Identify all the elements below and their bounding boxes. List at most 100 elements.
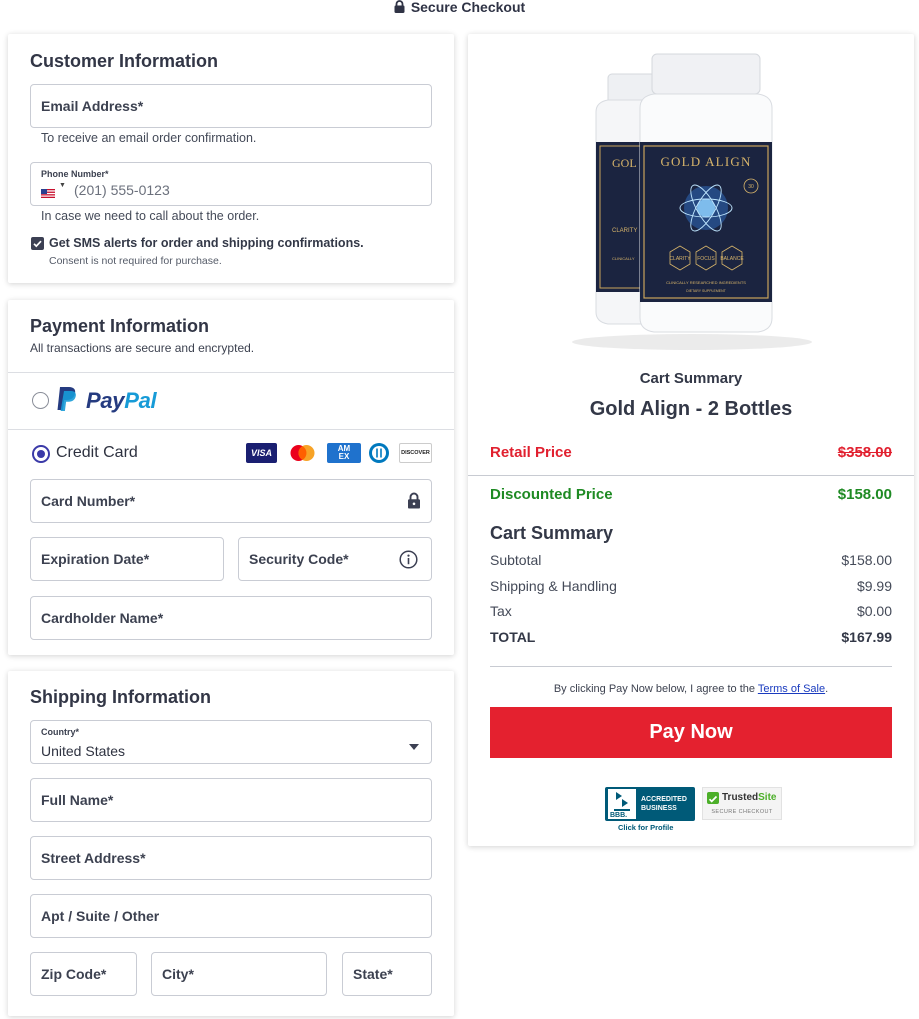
bbb-mark: BBB. xyxy=(610,812,628,819)
pay-now-button[interactable]: Pay Now xyxy=(490,707,892,758)
visa-text: VISA xyxy=(250,448,272,458)
trustedsite-word-site: Site xyxy=(758,792,777,803)
checkmark-icon xyxy=(707,792,719,804)
total-row: TOTAL $167.99 xyxy=(490,629,892,645)
subtotal-value: $158.00 xyxy=(841,552,892,568)
discover-icon: DISCOVER xyxy=(399,443,432,463)
card-logos: VISA AM EX DISCOVER xyxy=(246,443,440,465)
divider xyxy=(8,429,454,430)
bottle-brand: GOLD ALIGN xyxy=(660,154,751,169)
full-name-field[interactable]: Full Name* xyxy=(30,778,432,822)
bottle-back-hex: CLARITY xyxy=(612,228,637,234)
country-select[interactable]: Country* United States xyxy=(30,720,432,764)
trustedsite-subtext: SECURE CHECKOUT xyxy=(711,809,773,815)
bottle-count: 30 xyxy=(748,184,754,190)
us-flag-icon[interactable] xyxy=(41,185,55,198)
country-value: United States xyxy=(41,743,126,759)
bottle-back-brand: GOL xyxy=(612,156,637,170)
terms-prefix: By clicking Pay Now below, I agree to th… xyxy=(553,683,758,695)
mastercard-icon xyxy=(286,443,319,463)
card-number-field[interactable]: Card Number* xyxy=(30,479,432,523)
product-name: Gold Align - 2 Bottles xyxy=(589,398,793,420)
payment-information-title: Payment Information xyxy=(30,316,210,336)
amex-icon: AM EX xyxy=(327,443,361,463)
cardholder-name-label: Cardholder Name* xyxy=(41,610,164,626)
bbb-badge[interactable]: BBB. ACCREDITED BUSINESS Click for Profi… xyxy=(605,787,695,833)
info-icon[interactable] xyxy=(399,550,418,574)
sms-checkbox[interactable] xyxy=(31,237,44,250)
shipping-value: $9.99 xyxy=(856,578,892,594)
trustedsite-badge[interactable]: TrustedSite SECURE CHECKOUT xyxy=(702,787,782,820)
payment-subtitle: All transactions are secure and encrypte… xyxy=(30,341,255,355)
security-code-label: Security Code* xyxy=(249,551,349,567)
credit-card-label[interactable]: Credit Card xyxy=(56,444,138,462)
street-address-label: Street Address* xyxy=(41,850,146,866)
bottle-hex-label: CLARITY xyxy=(669,256,691,262)
subtotal-label: Subtotal xyxy=(490,552,542,568)
terms-suffix: . xyxy=(825,683,829,695)
expiration-date-field[interactable]: Expiration Date* xyxy=(30,537,224,581)
pay-now-label: Pay Now xyxy=(649,721,733,743)
discounted-price-value: $158.00 xyxy=(837,486,892,503)
shipping-label: Shipping & Handling xyxy=(490,578,617,594)
trustedsite-wordmark: TrustedSite xyxy=(722,792,776,803)
phone-label: Phone Number* xyxy=(41,169,109,179)
cardholder-name-field[interactable]: Cardholder Name* xyxy=(30,596,432,640)
phone-input[interactable]: (201) 555-0123 xyxy=(74,182,170,198)
paypal-wordmark: PayPal xyxy=(86,388,157,414)
discounted-price-label: Discounted Price xyxy=(490,486,613,503)
cart-summary-title: Cart Summary xyxy=(490,523,614,543)
state-field[interactable]: State* xyxy=(342,952,432,996)
zip-code-label: Zip Code* xyxy=(41,966,107,982)
email-help-text: To receive an email order confirmation. xyxy=(41,131,257,145)
customer-information-title: Customer Information xyxy=(30,51,219,71)
terms-of-sale-link[interactable]: Terms of Sale xyxy=(758,683,825,695)
tax-row: Tax $0.00 xyxy=(490,603,892,619)
email-field[interactable]: Email Address* xyxy=(30,84,432,128)
bbb-business-text: BUSINESS xyxy=(641,805,677,812)
shipping-row: Shipping & Handling $9.99 xyxy=(490,578,892,594)
paypal-word-pay: Pay xyxy=(86,388,125,413)
paypal-radio[interactable] xyxy=(32,392,49,409)
trustedsite-word-trusted: Trusted xyxy=(722,792,759,803)
radio-dot xyxy=(37,450,45,458)
customer-information-card: Customer Information Email Address* To r… xyxy=(8,34,454,283)
paypal-option[interactable]: PayPal xyxy=(8,373,454,429)
diners-club-icon xyxy=(368,443,390,463)
city-field[interactable]: City* xyxy=(151,952,327,996)
lock-icon xyxy=(407,492,421,514)
street-address-field[interactable]: Street Address* xyxy=(30,836,432,880)
apt-suite-label: Apt / Suite / Other xyxy=(41,908,160,924)
phone-field[interactable]: Phone Number* ▼ (201) 555-0123 xyxy=(30,162,432,206)
product-image: GOL CLARITY CLINICALLY GOLD ALIGN 30 CLA… xyxy=(564,52,820,352)
paypal-word-pal: Pal xyxy=(124,388,157,413)
chevron-down-icon[interactable]: ▼ xyxy=(59,182,66,189)
secure-checkout-title: Secure Checkout xyxy=(410,0,526,15)
lock-icon xyxy=(394,0,405,15)
bbb-caption: Click for Profile xyxy=(618,823,674,832)
country-label: Country* xyxy=(41,727,79,737)
terms-text: By clicking Pay Now below, I agree to th… xyxy=(468,683,914,695)
phone-help-text: In case we need to call about the order. xyxy=(41,209,260,223)
secure-checkout-header: Secure Checkout xyxy=(0,0,919,15)
paypal-logo-icon xyxy=(56,386,78,412)
state-label: State* xyxy=(353,966,393,982)
tax-label: Tax xyxy=(490,603,512,619)
credit-card-radio[interactable] xyxy=(32,445,50,463)
chevron-down-icon[interactable] xyxy=(409,737,419,755)
total-label: TOTAL xyxy=(490,629,536,645)
divider xyxy=(468,475,914,476)
retail-price-label: Retail Price xyxy=(490,444,572,461)
cart-summary-card: GOL CLARITY CLINICALLY GOLD ALIGN 30 CLA… xyxy=(468,34,914,846)
retail-price-value: $358.00 xyxy=(837,444,892,461)
subtotal-row: Subtotal $158.00 xyxy=(490,552,892,568)
bottle-hex-label: FOCUS xyxy=(697,256,715,262)
apt-suite-field[interactable]: Apt / Suite / Other xyxy=(30,894,432,938)
zip-code-field[interactable]: Zip Code* xyxy=(30,952,137,996)
bottle-hex-label: BALANCE xyxy=(720,256,744,262)
amex-text-bottom: EX xyxy=(338,452,350,461)
security-code-field[interactable]: Security Code* xyxy=(238,537,432,581)
bottle-back-tagline: CLINICALLY xyxy=(612,256,635,261)
sms-label[interactable]: Get SMS alerts for order and shipping co… xyxy=(49,236,364,250)
divider xyxy=(490,666,892,667)
